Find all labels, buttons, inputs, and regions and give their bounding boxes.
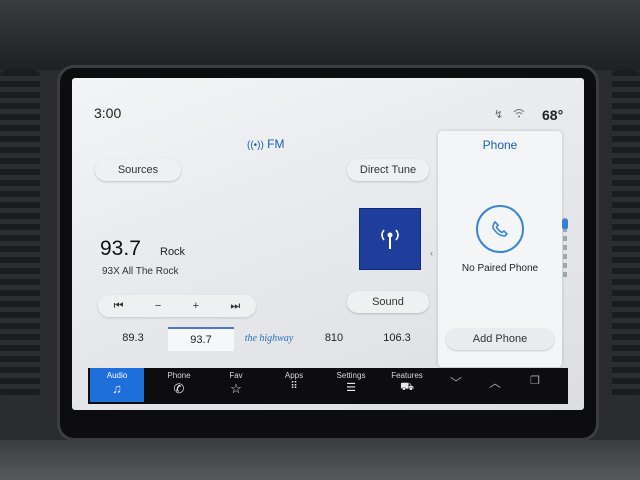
car-icon: ⛟ [400,381,414,393]
station-genre: Rock [160,246,186,258]
radio-antenna-icon [381,229,399,249]
band-label: FM [267,137,285,151]
nav-features[interactable]: Features ⛟ [380,368,434,402]
direct-tune-button[interactable]: Direct Tune [347,159,429,181]
station-frequency: 93.7 [100,237,141,260]
sound-button[interactable]: Sound [347,291,429,313]
outside-temperature: 68° [542,107,564,123]
dashboard-top [0,0,640,70]
preset-page-indicator [268,357,288,370]
nav-phone[interactable]: Phone ✆ [152,368,206,402]
signal-icon: ↯ [494,109,504,121]
preset-3-logo[interactable]: the highway [236,327,302,349]
apps-grid-icon: ⠿ [290,381,298,392]
nav-audio[interactable]: Audio ♫ [90,368,144,402]
preset-bar: 89.3 93.7 the highway 810 106.3 [96,327,436,351]
radio-signal-icon: ((•)) [247,140,264,151]
preset-5[interactable]: 106.3 [364,327,430,349]
right-air-vent [612,70,640,400]
station-art-tile [359,208,421,270]
preset-2[interactable]: 93.7 [168,327,234,351]
chevron-up-icon[interactable]: ︿ [489,374,501,391]
phone-icon [492,220,509,237]
phone-scroll-thumb[interactable] [562,219,568,229]
music-note-icon: ♫ [112,381,122,396]
seek-back-button[interactable]: ⏮ [114,300,124,313]
band-header: ((•)) FM [247,137,285,151]
phone-icon: ✆ [173,381,185,396]
tune-controls: ⏮ − + ⏭ [98,295,256,317]
collapse-chevron-icon[interactable]: ‹ [430,248,433,258]
preset-1[interactable]: 89.3 [100,327,166,349]
left-air-vent [0,70,40,400]
nav-features-label: Features [391,371,423,380]
station-name: 93X All The Rock [102,266,179,277]
dashboard-bottom [0,440,640,480]
nav-apps[interactable]: Apps ⠿ [267,368,321,402]
seek-forward-button[interactable]: ⏭ [230,300,240,313]
nav-fav-label: Fav [229,371,243,380]
preset-4[interactable]: 810 [301,327,367,349]
recent-apps-icon[interactable]: ❐ [530,374,540,387]
sources-button[interactable]: Sources [95,159,181,181]
add-phone-button[interactable]: Add Phone [446,328,554,350]
nav-audio-label: Audio [106,371,128,380]
nav-phone-label: Phone [167,371,191,380]
star-add-icon: ☆ [230,381,242,396]
clock: 3:00 [94,105,122,121]
nav-settings-label: Settings [336,371,366,380]
tune-down-button[interactable]: − [155,300,161,312]
phone-status: No Paired Phone [461,263,539,274]
phone-panel-title: Phone [482,138,518,152]
nav-apps-label: Apps [284,371,304,380]
nav-fav[interactable]: Fav ☆ [209,368,263,402]
infotainment-screen: 3:00 ↯ 68° ((•)) FM Sources Direct Tune … [72,78,584,410]
phone-panel: Phone No Paired Phone Add Phone [438,131,562,367]
bottom-nav-bar: Audio ♫ Phone ✆ Fav ☆ Apps ⠿ Settings ☰ … [88,368,568,404]
status-bar: 3:00 ↯ 68° [72,78,584,123]
chevron-down-icon[interactable]: ﹀ [450,374,462,391]
wifi-icon [513,108,525,121]
phone-circle [476,205,524,253]
tune-up-button[interactable]: + [193,300,199,312]
nav-settings[interactable]: Settings ☰ [324,368,378,402]
sliders-icon: ☰ [346,382,356,394]
